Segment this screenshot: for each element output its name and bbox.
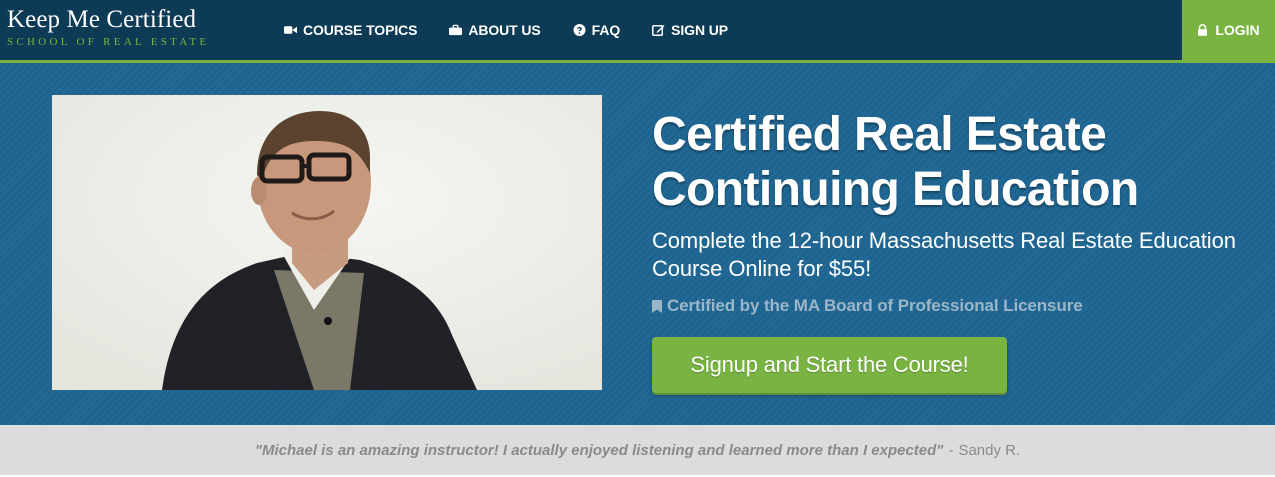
login-label: LOGIN [1215,22,1260,38]
testimonial-quote: "Michael is an amazing instructor! I act… [254,441,944,459]
nav-item-course-topics[interactable]: COURSE TOPICS [284,22,417,38]
lock-icon [1198,24,1208,36]
nav-item-label: ABOUT US [468,22,541,38]
video-camera-icon [284,26,297,34]
testimonial-bar: "Michael is an amazing instructor! I act… [0,425,1275,475]
hero-title: Certified Real Estate Continuing Educati… [652,108,1139,216]
nav-item-about-us[interactable]: ABOUT US [449,22,541,38]
nav-item-faq[interactable]: FAQ [573,22,620,38]
nav-item-label: SIGN UP [671,22,729,38]
signup-start-course-button[interactable]: Signup and Start the Course! [652,337,1007,393]
testimonial-author: Sandy R. [958,441,1021,459]
brand-logo[interactable]: Keep Me Certified SCHOOL OF REAL ESTATE [7,6,209,48]
hero-section: Certified Real Estate Continuing Educati… [0,63,1275,425]
hero-copy: Certified Real Estate Continuing Educati… [652,107,1252,316]
hero-subtitle: Complete the 12-hour Massachusetts Real … [652,228,1236,281]
bookmark-icon [652,299,662,313]
instructor-video-frame [52,95,602,390]
certification-text: Certified by the MA Board of Professiona… [667,296,1083,315]
testimonial-separator: - [948,441,954,459]
main-nav: COURSE TOPICS ABOUT US FAQ SIGN UP [284,0,760,60]
briefcase-icon [449,24,463,36]
brand-tagline: SCHOOL OF REAL ESTATE [7,36,210,48]
top-navigation-bar: Keep Me Certified SCHOOL OF REAL ESTATE … [0,0,1275,60]
edit-icon [652,25,665,36]
brand-name: Keep Me Certified [7,6,197,33]
intro-video[interactable] [52,95,602,390]
login-button[interactable]: LOGIN [1182,0,1275,60]
nav-item-sign-up[interactable]: SIGN UP [652,22,728,38]
nav-item-label: COURSE TOPICS [303,22,418,38]
certification-note: Certified by the MA Board of Professiona… [652,296,1252,316]
question-circle-icon [573,24,586,36]
nav-item-label: FAQ [591,22,621,38]
